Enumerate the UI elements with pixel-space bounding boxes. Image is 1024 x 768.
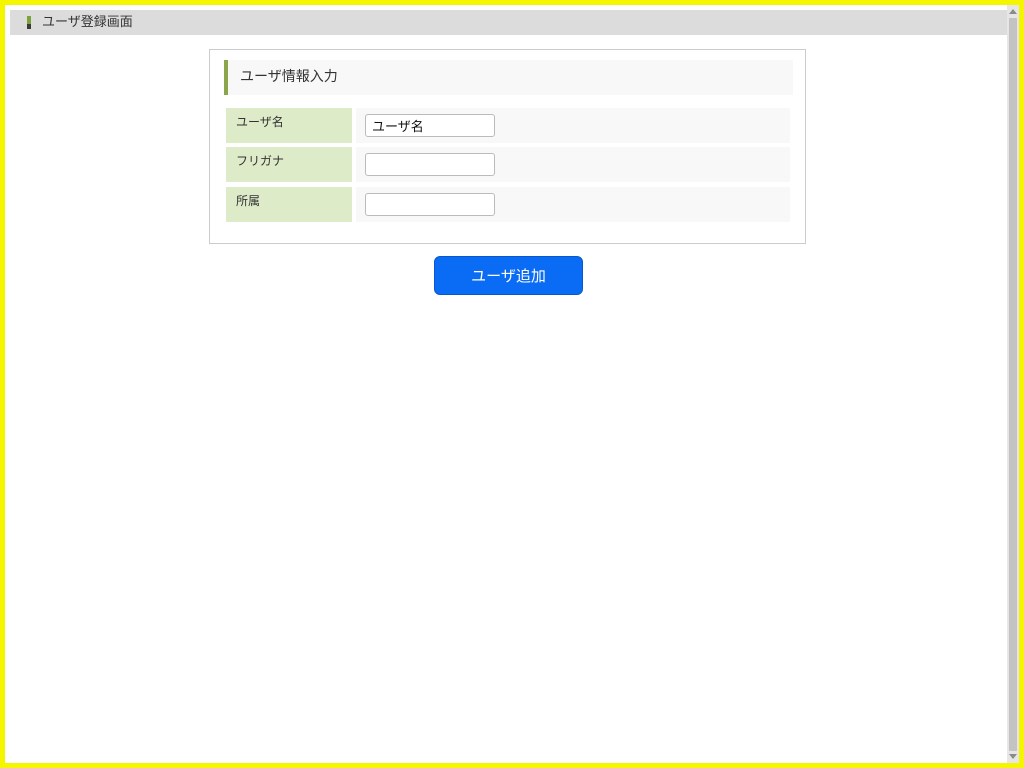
app-window: ユーザ登録画面 ユーザ情報入力 ユーザ名 フリガナ 所属 [0, 0, 1024, 768]
user-info-panel: ユーザ情報入力 ユーザ名 フリガナ 所属 [209, 49, 806, 244]
furigana-label: フリガナ [236, 154, 285, 168]
vertical-scrollbar[interactable] [1007, 5, 1019, 763]
page-title: ユーザ登録画面 [42, 15, 133, 30]
form-input-cell [356, 147, 790, 182]
form-row-affiliation: 所属 [226, 187, 790, 222]
form-input-cell [356, 187, 790, 222]
username-input[interactable] [365, 114, 495, 137]
form-input-cell [356, 108, 790, 143]
form-label-cell: ユーザ名 [226, 108, 352, 143]
affiliation-label: 所属 [236, 194, 261, 208]
page-header: ユーザ登録画面 [10, 10, 1007, 35]
scroll-down-arrow-icon[interactable] [1009, 754, 1017, 759]
form-label-cell: フリガナ [226, 147, 352, 182]
form-label-cell: 所属 [226, 187, 352, 222]
form-row-username: ユーザ名 [226, 108, 790, 143]
form-row-furigana: フリガナ [226, 147, 790, 182]
panel-heading-text: ユーザ情報入力 [240, 69, 338, 85]
username-label: ユーザ名 [236, 115, 284, 129]
affiliation-input[interactable] [365, 193, 495, 216]
furigana-input[interactable] [365, 153, 495, 176]
add-user-button[interactable]: ユーザ追加 [434, 256, 583, 295]
panel-heading: ユーザ情報入力 [224, 60, 793, 95]
header-marker-icon [27, 16, 31, 29]
scroll-thumb[interactable] [1009, 18, 1017, 751]
scroll-up-arrow-icon[interactable] [1009, 9, 1017, 14]
